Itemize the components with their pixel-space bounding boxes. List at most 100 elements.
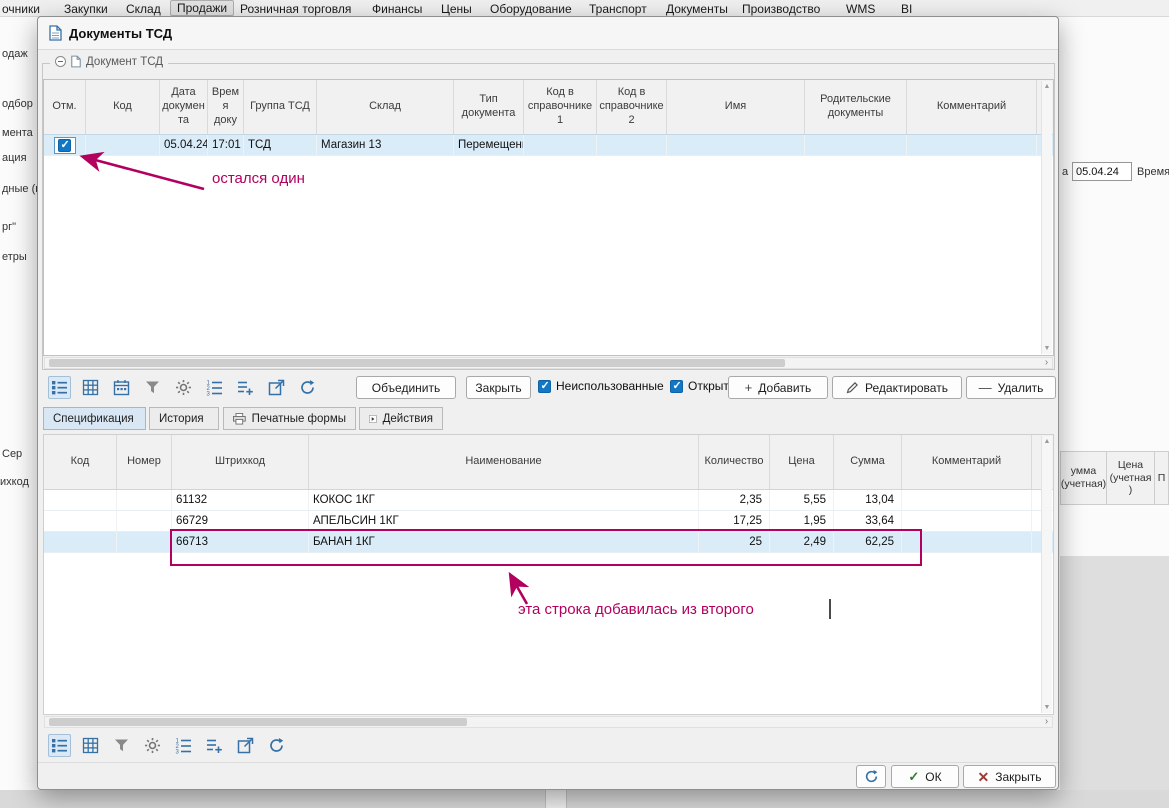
cell-name[interactable]: БАНАН 1КГ — [309, 532, 699, 552]
menu-item-wms[interactable]: WMS — [846, 2, 875, 16]
cell-price[interactable]: 1,95 — [770, 511, 834, 531]
cell-code[interactable] — [44, 490, 117, 510]
merge-button[interactable]: Объединить — [356, 376, 456, 399]
column-header-kolichestvo[interactable]: Количество — [699, 435, 770, 489]
menu-item-finansy[interactable]: Финансы — [372, 2, 422, 16]
spec-row[interactable]: 61132 КОКОС 1КГ 2,35 5,55 13,04 — [44, 490, 1053, 511]
cell-comment[interactable] — [902, 511, 1032, 531]
cell-price[interactable]: 2,49 — [770, 532, 834, 552]
menu-item-proizvodstvo[interactable]: Производство — [742, 2, 820, 16]
column-header-summa[interactable]: Сумма — [834, 435, 902, 489]
add-list-icon[interactable] — [203, 734, 226, 757]
column-header-shtrihkod[interactable]: Штрихкод — [172, 435, 309, 489]
cell-parent[interactable] — [805, 135, 907, 155]
column-header-kod[interactable]: Код — [86, 80, 160, 134]
group-header[interactable]: Документ ТСД — [50, 55, 168, 68]
cell-price[interactable]: 5,55 — [770, 490, 834, 510]
tab-actions[interactable]: Действия — [359, 407, 443, 430]
settings-gear-icon[interactable] — [141, 734, 164, 757]
tab-print-forms[interactable]: Печатные формы — [223, 407, 356, 430]
spec-row[interactable]: 66729 АПЕЛЬСИН 1КГ 17,25 1,95 33,64 — [44, 511, 1053, 532]
column-header-tsena[interactable]: Цена — [770, 435, 834, 489]
collapse-icon[interactable] — [55, 56, 66, 67]
menu-item-oborudovanie[interactable]: Оборудование — [490, 2, 572, 16]
cell-warehouse[interactable]: Магазин 13 — [317, 135, 454, 155]
cell-barcode[interactable]: 61132 — [172, 490, 309, 510]
tab-specification[interactable]: Спецификация — [43, 407, 146, 430]
menu-item-transport[interactable]: Транспорт — [589, 2, 647, 16]
cell-barcode[interactable]: 66729 — [172, 511, 309, 531]
column-header-kod[interactable]: Код — [44, 435, 117, 489]
filter-icon[interactable] — [141, 376, 164, 399]
open-checkbox[interactable] — [670, 380, 683, 393]
column-header-gruppa[interactable]: Группа ТСД — [244, 80, 317, 134]
column-header-otm[interactable]: Отм. — [44, 80, 86, 134]
cell-time[interactable]: 17:01 — [208, 135, 244, 155]
column-header-kod2[interactable]: Код в справочнике 2 — [597, 80, 667, 134]
cell-qty[interactable]: 17,25 — [699, 511, 770, 531]
numbered-list-icon[interactable]: 123 — [203, 376, 226, 399]
close-documents-button[interactable]: Закрыть — [466, 376, 531, 399]
scroll-right-arrow[interactable]: › — [1041, 717, 1052, 727]
grid-view-icon[interactable] — [79, 376, 102, 399]
numbered-list-icon[interactable]: 123 — [172, 734, 195, 757]
settings-gear-icon[interactable] — [172, 376, 195, 399]
edit-button[interactable]: Редактировать — [832, 376, 962, 399]
cell-number[interactable] — [117, 490, 172, 510]
export-icon[interactable] — [265, 376, 288, 399]
export-icon[interactable] — [234, 734, 257, 757]
list-view-icon[interactable] — [48, 734, 71, 757]
unused-checkbox[interactable] — [538, 380, 551, 393]
cell-date[interactable]: 05.04.24 — [160, 135, 208, 155]
column-header-naimenovanie[interactable]: Наименование — [309, 435, 699, 489]
cell-sum[interactable]: 13,04 — [834, 490, 902, 510]
scrollbar-thumb[interactable] — [49, 718, 467, 726]
column-header-data[interactable]: Дата документа — [160, 80, 208, 134]
window-titlebar[interactable]: Документы ТСД — [38, 17, 1058, 50]
menu-item-prodazhi[interactable]: Продажи — [170, 0, 234, 16]
cell-qty[interactable]: 2,35 — [699, 490, 770, 510]
column-header-sklad[interactable]: Склад — [317, 80, 454, 134]
cell-ref2[interactable] — [597, 135, 667, 155]
scrollbar-thumb[interactable] — [49, 359, 785, 367]
documents-horizontal-scrollbar[interactable]: › — [44, 357, 1053, 369]
open-checkbox-group[interactable]: Открыт — [670, 379, 729, 393]
list-view-icon[interactable] — [48, 376, 71, 399]
grid-view-icon[interactable] — [79, 734, 102, 757]
unused-checkbox-group[interactable]: Неиспользованные — [538, 379, 664, 393]
menu-item-roznichnaya[interactable]: Розничная торговля — [240, 2, 351, 16]
cell-code[interactable] — [44, 511, 117, 531]
menu-item-tseny[interactable]: Цены — [441, 2, 472, 16]
cell-barcode[interactable]: 66713 — [172, 532, 309, 552]
cell-name[interactable]: АПЕЛЬСИН 1КГ — [309, 511, 699, 531]
column-header-parent[interactable]: Родительские документы — [805, 80, 907, 134]
scroll-right-arrow[interactable]: › — [1041, 358, 1052, 368]
cell-comment[interactable] — [902, 532, 1032, 552]
cell-code[interactable] — [86, 135, 160, 155]
spec-row-selected[interactable]: 66713 БАНАН 1КГ 25 2,49 62,25 — [44, 532, 1053, 553]
cell-comment[interactable] — [902, 490, 1032, 510]
document-row[interactable]: 05.04.24 17:01 ТСД Магазин 13 Перемещени — [44, 135, 1053, 156]
add-list-icon[interactable] — [234, 376, 257, 399]
calendar-icon[interactable] — [110, 376, 133, 399]
footer-refresh-button[interactable] — [856, 765, 886, 788]
cell-number[interactable] — [117, 511, 172, 531]
column-header-tip[interactable]: Тип документа — [454, 80, 524, 134]
menu-item-spravochniki[interactable]: очники — [2, 2, 40, 16]
cell-ref1[interactable] — [524, 135, 597, 155]
cell-code[interactable] — [44, 532, 117, 552]
refresh-icon[interactable] — [296, 376, 319, 399]
menu-item-bi[interactable]: BI — [901, 2, 912, 16]
menu-item-sklad[interactable]: Склад — [126, 2, 161, 16]
cell-doc-type[interactable]: Перемещени — [454, 135, 524, 155]
column-header-kommentariy[interactable]: Комментарий — [902, 435, 1032, 489]
footer-close-button[interactable]: ✕Закрыть — [963, 765, 1056, 788]
refresh-icon[interactable] — [265, 734, 288, 757]
cell-qty[interactable]: 25 — [699, 532, 770, 552]
cell-sum[interactable]: 33,64 — [834, 511, 902, 531]
cell-name[interactable] — [667, 135, 805, 155]
cell-comment[interactable] — [907, 135, 1037, 155]
menu-item-dokumenty[interactable]: Документы — [666, 2, 728, 16]
cell-number[interactable] — [117, 532, 172, 552]
cell-name[interactable]: КОКОС 1КГ — [309, 490, 699, 510]
